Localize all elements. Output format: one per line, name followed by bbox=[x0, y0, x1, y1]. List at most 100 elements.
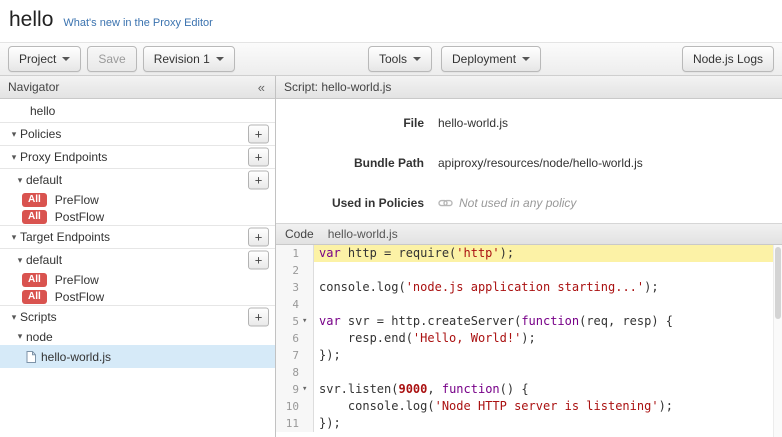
add-target-endpoint-button[interactable]: + bbox=[248, 228, 269, 247]
tree-item-label: default bbox=[26, 253, 62, 267]
code-line[interactable]: 8 bbox=[276, 364, 782, 381]
code-line[interactable]: 5▾var svr = http.createServer(function(r… bbox=[276, 313, 782, 330]
expand-arrow-icon[interactable]: ▾ bbox=[8, 312, 20, 323]
tree-item-target-preflow[interactable]: All PreFlow bbox=[0, 271, 275, 288]
expand-arrow-icon[interactable]: ▾ bbox=[14, 331, 26, 342]
code-scrollbar-thumb[interactable] bbox=[775, 247, 781, 319]
used-in-policies-label: Used in Policies bbox=[276, 196, 424, 210]
fold-arrow-icon[interactable]: ▾ bbox=[302, 381, 313, 398]
code-lines: 1var http = require('http');23console.lo… bbox=[276, 245, 782, 432]
caret-down-icon bbox=[522, 57, 530, 61]
code-filename-tab[interactable]: hello-world.js bbox=[328, 227, 398, 241]
expand-arrow-icon[interactable]: ▾ bbox=[8, 129, 20, 140]
expand-arrow-icon[interactable]: ▾ bbox=[14, 255, 26, 266]
code-editor[interactable]: 1var http = require('http');23console.lo… bbox=[276, 245, 782, 437]
tree-section-policies[interactable]: ▾ Policies + bbox=[0, 122, 275, 145]
line-number-gutter: 7 bbox=[276, 347, 314, 364]
code-text[interactable]: var svr = http.createServer(function(req… bbox=[314, 313, 782, 330]
code-line[interactable]: 11}); bbox=[276, 415, 782, 432]
code-token-num: 9000 bbox=[398, 382, 427, 396]
tree-item-label: PostFlow bbox=[55, 290, 104, 304]
tools-button[interactable]: Tools bbox=[368, 46, 432, 72]
toolbar-right-group: Node.js Logs bbox=[682, 46, 774, 72]
toolbar: Project Save Revision 1 Tools Deployment bbox=[0, 42, 782, 76]
line-number: 4 bbox=[276, 296, 302, 313]
code-token-str: 'Hello, World!' bbox=[413, 331, 521, 345]
tree-item-hello-world-js[interactable]: hello-world.js bbox=[0, 345, 275, 368]
caret-down-icon bbox=[216, 57, 224, 61]
link-icon bbox=[438, 198, 453, 208]
code-line[interactable]: 6 resp.end('Hello, World!'); bbox=[276, 330, 782, 347]
code-text[interactable]: svr.listen(9000, function() { bbox=[314, 381, 782, 398]
code-text[interactable]: }); bbox=[314, 415, 782, 432]
used-in-policies-value: Not used in any policy bbox=[438, 196, 576, 210]
code-line[interactable]: 7}); bbox=[276, 347, 782, 364]
add-policy-button[interactable]: + bbox=[248, 125, 269, 144]
code-line[interactable]: 1var http = require('http'); bbox=[276, 245, 782, 262]
tools-button-label: Tools bbox=[379, 52, 407, 66]
tree-item-label: PreFlow bbox=[55, 193, 99, 207]
line-number-gutter: 10 bbox=[276, 398, 314, 415]
used-in-policies-text: Not used in any policy bbox=[459, 196, 576, 210]
tree-item-proxy-default[interactable]: ▾ default + bbox=[0, 168, 275, 191]
code-line[interactable]: 9▾svr.listen(9000, function() { bbox=[276, 381, 782, 398]
code-token: svr.listen( bbox=[319, 382, 398, 396]
expand-arrow-icon[interactable]: ▾ bbox=[14, 175, 26, 186]
whats-new-link[interactable]: What's new in the Proxy Editor bbox=[63, 17, 212, 29]
code-text[interactable]: resp.end('Hello, World!'); bbox=[314, 330, 782, 347]
save-button[interactable]: Save bbox=[87, 46, 136, 72]
code-text[interactable] bbox=[314, 262, 782, 279]
caret-down-icon bbox=[413, 57, 421, 61]
tree-item-proxy-preflow[interactable]: All PreFlow bbox=[0, 191, 275, 208]
tree-section-target-endpoints[interactable]: ▾ Target Endpoints + bbox=[0, 225, 275, 248]
code-line[interactable]: 4 bbox=[276, 296, 782, 313]
code-scrollbar[interactable] bbox=[773, 245, 782, 437]
add-target-flow-button[interactable]: + bbox=[248, 251, 269, 270]
code-token-str: 'node.js application starting...' bbox=[406, 280, 644, 294]
add-proxy-endpoint-button[interactable]: + bbox=[248, 148, 269, 167]
tree-item-label: hello-world.js bbox=[41, 350, 111, 364]
code-text[interactable]: }); bbox=[314, 347, 782, 364]
file-icon bbox=[26, 351, 36, 363]
code-line[interactable]: 2 bbox=[276, 262, 782, 279]
page-title: hello bbox=[9, 8, 53, 32]
line-number: 9 bbox=[276, 381, 302, 398]
code-text[interactable] bbox=[314, 364, 782, 381]
fold-arrow-icon[interactable]: ▾ bbox=[302, 313, 313, 330]
code-token-kw: var bbox=[319, 314, 341, 328]
revision-button[interactable]: Revision 1 bbox=[143, 46, 235, 72]
add-script-button[interactable]: + bbox=[248, 308, 269, 327]
project-button[interactable]: Project bbox=[8, 46, 81, 72]
tree-item-target-default[interactable]: ▾ default + bbox=[0, 248, 275, 271]
code-label: Code bbox=[285, 227, 314, 241]
add-proxy-flow-button[interactable]: + bbox=[248, 171, 269, 190]
code-text[interactable]: var http = require('http'); bbox=[314, 245, 782, 262]
code-line[interactable]: 10 console.log('Node HTTP server is list… bbox=[276, 398, 782, 415]
tree-item-proxy-postflow[interactable]: All PostFlow bbox=[0, 208, 275, 225]
code-text[interactable]: console.log('node.js application startin… bbox=[314, 279, 782, 296]
tree-section-scripts[interactable]: ▾ Scripts + bbox=[0, 305, 275, 328]
tree-item-hello[interactable]: hello bbox=[0, 99, 275, 122]
tree-section-proxy-endpoints[interactable]: ▾ Proxy Endpoints + bbox=[0, 145, 275, 168]
code-token-kw: var bbox=[319, 246, 341, 260]
code-text[interactable]: console.log('Node HTTP server is listeni… bbox=[314, 398, 782, 415]
all-badge: All bbox=[22, 290, 47, 304]
collapse-sidebar-button[interactable]: « bbox=[256, 80, 267, 95]
project-button-label: Project bbox=[19, 52, 56, 66]
deployment-button[interactable]: Deployment bbox=[441, 46, 541, 72]
expand-arrow-icon[interactable]: ▾ bbox=[8, 152, 20, 163]
tree-item-target-postflow[interactable]: All PostFlow bbox=[0, 288, 275, 305]
code-line[interactable]: 3console.log('node.js application starti… bbox=[276, 279, 782, 296]
line-number-gutter: 2 bbox=[276, 262, 314, 279]
line-number-gutter: 6 bbox=[276, 330, 314, 347]
navigator-sidebar: Navigator « hello ▾ Policies + ▾ Proxy E… bbox=[0, 76, 276, 437]
code-token: svr = http.createServer( bbox=[341, 314, 522, 328]
tree-item-node-folder[interactable]: ▾ node bbox=[0, 328, 275, 345]
expand-arrow-icon[interactable]: ▾ bbox=[8, 232, 20, 243]
code-token: , bbox=[427, 382, 441, 396]
toolbar-mid-group: Tools Deployment bbox=[368, 46, 541, 72]
nodejs-logs-button[interactable]: Node.js Logs bbox=[682, 46, 774, 72]
tree-section-label: Proxy Endpoints bbox=[20, 150, 107, 164]
code-header: Code hello-world.js bbox=[276, 223, 782, 245]
code-text[interactable] bbox=[314, 296, 782, 313]
